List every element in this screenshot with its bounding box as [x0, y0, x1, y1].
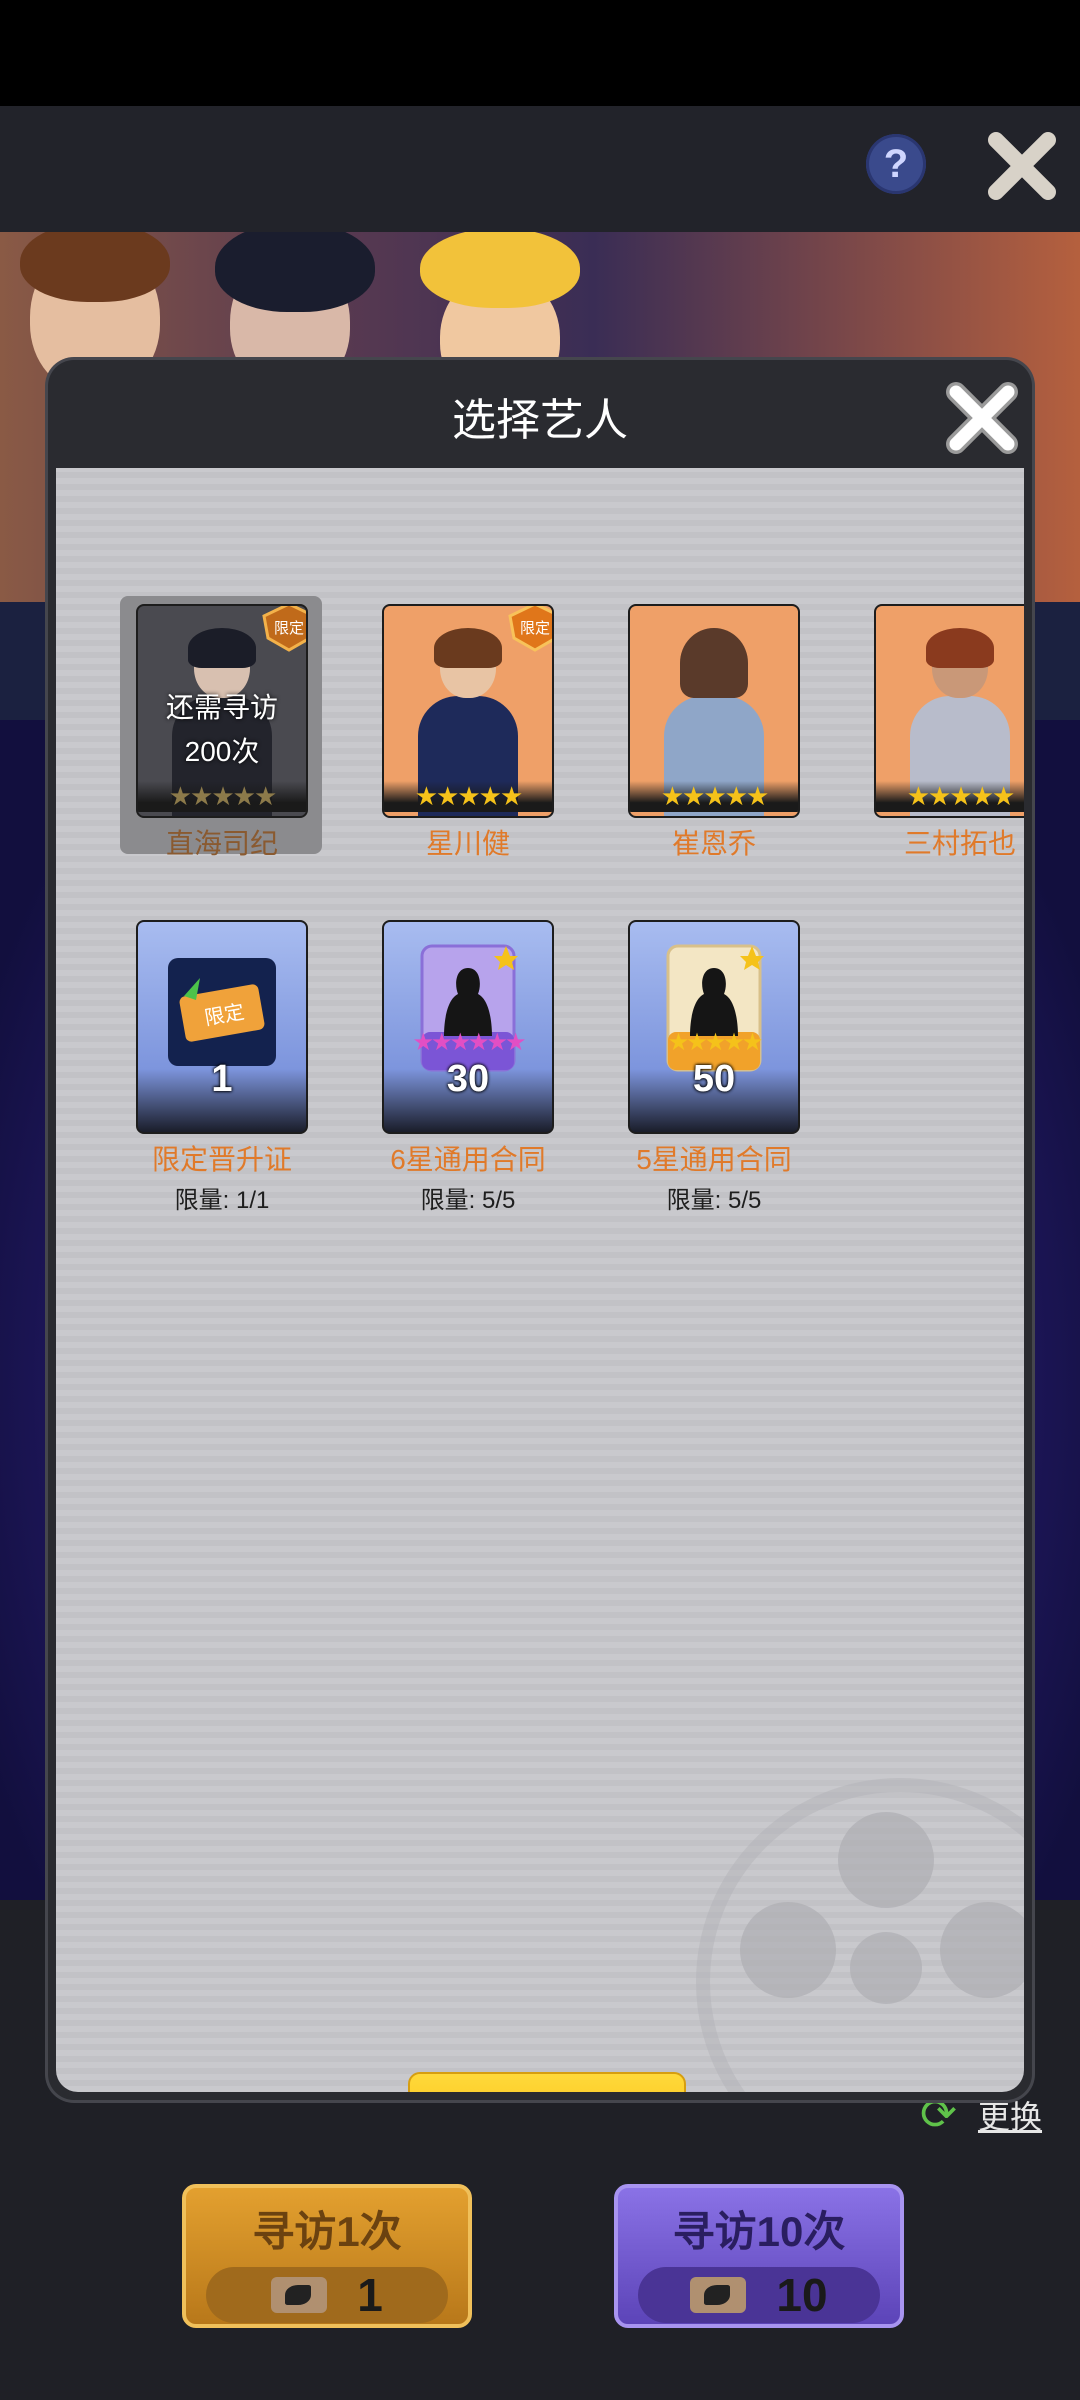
- limited-certificate-icon: 限定: [168, 958, 276, 1066]
- item-stars: ★★★★★: [667, 1029, 764, 1056]
- visit-ten-button[interactable]: 寻访10次 10: [614, 2184, 904, 2328]
- item-count: 30: [446, 1058, 490, 1100]
- item-stars: ★★★★★★: [412, 1029, 526, 1056]
- item-card-limited-promotion[interactable]: 限定 1 限定晋升证 限量: 1/1: [136, 920, 308, 1215]
- star-rating: ★★★★★: [630, 781, 798, 812]
- artist-name: 三村拓也: [903, 828, 1016, 859]
- artist-name: 直海司纪: [165, 828, 278, 859]
- limited-badge-icon: 限定: [262, 606, 306, 652]
- item-frame: ★★★★★ 50: [628, 920, 800, 1134]
- visit-once-button[interactable]: 寻访1次 1: [182, 2184, 472, 2328]
- item-name: 5星通用合同: [636, 1144, 792, 1175]
- banner-hair-3: [420, 232, 580, 308]
- artist-name: 崔恩乔: [671, 828, 756, 859]
- banner-hair-2: [215, 232, 375, 312]
- item-frame: 限定 1: [136, 920, 308, 1134]
- artist-portrait: ★★★★★: [874, 604, 1024, 818]
- refresh-icon: ⟳: [920, 2090, 957, 2139]
- banner-hair-1: [20, 232, 170, 302]
- item-card-5star-contract[interactable]: ★★★★★ 50 5星通用合同 限量: 5/5: [628, 920, 800, 1215]
- item-limit: 限量: 5/5: [420, 1187, 516, 1214]
- artist-card-cui[interactable]: ★★★★★ 崔恩乔: [628, 604, 800, 862]
- item-count: 1: [211, 1058, 233, 1100]
- confirm-button[interactable]: 确定: [408, 2072, 686, 2092]
- star-rating: ★★★★★: [876, 781, 1024, 812]
- item-card-6star-contract[interactable]: ★★★★★★ 30 6星通用合同 限量: 5/5: [382, 920, 554, 1215]
- artist-card-hoshikawa[interactable]: ★★★★★ 限定 星川健: [382, 604, 554, 862]
- help-button[interactable]: ?: [866, 134, 926, 194]
- film-reel-decoration: [696, 1778, 1024, 2092]
- visit-ten-cost: 10: [638, 2267, 880, 2323]
- dialog-title: 选择艺人: [452, 396, 628, 445]
- item-limit: 限量: 5/5: [666, 1187, 762, 1214]
- item-count: 50: [692, 1058, 736, 1100]
- visit-requirement: 还需寻访 200次: [165, 692, 278, 767]
- help-icon: ?: [883, 141, 909, 186]
- artist-portrait: 还需寻访 200次 ★★★★★ 限定: [136, 604, 308, 818]
- dialog-body: 还需寻访 200次 ★★★★★ 限定 直海司纪 ★★★★★ 限定 星川健 ★★★…: [56, 468, 1024, 2092]
- visit-once-cost: 1: [206, 2267, 448, 2323]
- visit-once-label: 寻访1次: [252, 2208, 402, 2255]
- artist-card-mimura[interactable]: ★★★★★ 三村拓也: [874, 604, 1024, 862]
- star-rating: ★★★★★: [384, 781, 552, 812]
- artist-portrait: ★★★★★ 限定: [382, 604, 554, 818]
- item-name: 6星通用合同: [390, 1144, 546, 1175]
- artist-portrait: ★★★★★: [628, 604, 800, 818]
- artist-name: 星川健: [425, 828, 510, 859]
- select-artist-dialog: 选择艺人 还需寻访 200次 ★★★★★ 限定 直海司纪 ★★★★★ 限定 星川…: [48, 360, 1032, 2100]
- limited-badge-icon: 限定: [508, 606, 552, 652]
- visit-ten-label: 寻访10次: [672, 2208, 846, 2255]
- item-name: 限定晋升证: [151, 1144, 292, 1175]
- item-frame: ★★★★★★ 30: [382, 920, 554, 1134]
- visit-ten-cost-value: 10: [776, 2269, 828, 2321]
- status-bar-area: [0, 0, 1080, 106]
- ticket-icon: [271, 2277, 328, 2313]
- svg-text:限定: 限定: [274, 619, 304, 637]
- item-limit: 限量: 1/1: [174, 1187, 270, 1214]
- close-icon[interactable]: [986, 130, 1058, 202]
- artist-card-naomi[interactable]: 还需寻访 200次 ★★★★★ 限定 直海司纪: [136, 604, 308, 862]
- star-rating: ★★★★★: [138, 781, 306, 812]
- svg-text:限定: 限定: [520, 619, 550, 637]
- visit-once-cost-value: 1: [357, 2269, 383, 2321]
- ticket-icon: [690, 2277, 747, 2313]
- dialog-close-icon[interactable]: [944, 380, 1020, 456]
